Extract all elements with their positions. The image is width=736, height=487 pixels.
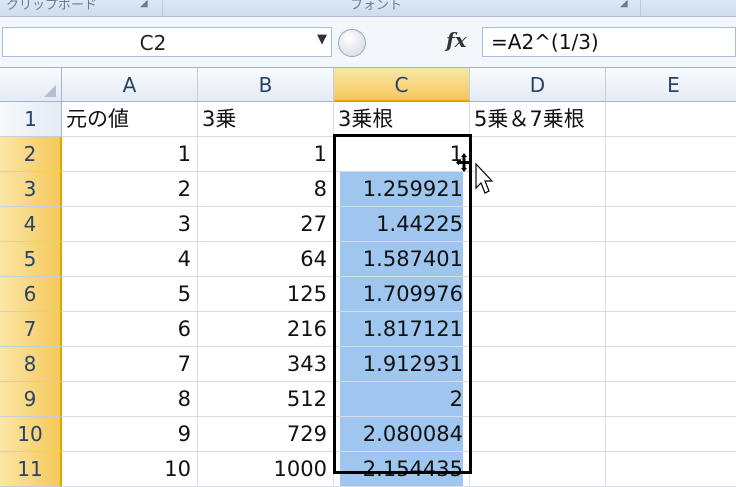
cell-b8[interactable]: 343 [198, 347, 334, 382]
cell-d7[interactable] [470, 312, 606, 347]
cell-c7[interactable]: 1.817121 [334, 312, 470, 347]
ribbon-group-clipboard-label: クリップボード [6, 0, 98, 13]
cell-b4[interactable]: 27 [198, 207, 334, 242]
move-cursor-icon [456, 153, 494, 194]
chevron-down-icon[interactable]: ▼ [317, 32, 327, 47]
row-header-4[interactable]: 4 [0, 207, 62, 242]
cell-e6[interactable] [606, 277, 736, 312]
column-header-b[interactable]: B [198, 68, 334, 102]
cell-b9[interactable]: 512 [198, 382, 334, 417]
name-box-value: C2 [139, 31, 167, 55]
cell-d6[interactable] [470, 277, 606, 312]
cell-b10[interactable]: 729 [198, 417, 334, 452]
cell-b7[interactable]: 216 [198, 312, 334, 347]
cell-c4[interactable]: 1.44225 [334, 207, 470, 242]
row-header-5[interactable]: 5 [0, 242, 62, 277]
clipboard-launcher-icon[interactable]: ◢ [140, 0, 148, 9]
cell-e10[interactable] [606, 417, 736, 452]
cell-b3[interactable]: 8 [198, 172, 334, 207]
select-all-corner[interactable] [0, 68, 62, 102]
cell-d8[interactable] [470, 347, 606, 382]
formula-input[interactable]: =A2^(1/3) [482, 27, 736, 57]
cell-d4[interactable] [470, 207, 606, 242]
cell-d5[interactable] [470, 242, 606, 277]
cell-a7[interactable]: 6 [62, 312, 198, 347]
insert-function-icon[interactable]: fx [446, 28, 467, 52]
cell-a8[interactable]: 7 [62, 347, 198, 382]
cell-a5[interactable]: 4 [62, 242, 198, 277]
row-header-8[interactable]: 8 [0, 347, 62, 382]
cell-d1[interactable]: 5乗＆7乗根 [470, 102, 606, 137]
cell-c8[interactable]: 1.912931 [334, 347, 470, 382]
row-header-7[interactable]: 7 [0, 312, 62, 347]
resize-handle-icon[interactable] [338, 29, 366, 57]
cell-a3[interactable]: 2 [62, 172, 198, 207]
cell-a4[interactable]: 3 [62, 207, 198, 242]
cell-b5[interactable]: 64 [198, 242, 334, 277]
cell-d10[interactable] [470, 417, 606, 452]
cell-c3[interactable]: 1.259921 [334, 172, 470, 207]
cell-e7[interactable] [606, 312, 736, 347]
cell-a6[interactable]: 5 [62, 277, 198, 312]
cell-b2[interactable]: 1 [198, 137, 334, 172]
cell-e5[interactable] [606, 242, 736, 277]
column-header-a[interactable]: A [62, 68, 198, 102]
cell-c1[interactable]: 3乗根 [334, 102, 470, 137]
column-header-c[interactable]: C [334, 68, 470, 102]
cell-e3[interactable] [606, 172, 736, 207]
cell-e2[interactable] [606, 137, 736, 172]
ribbon-separator [640, 0, 641, 16]
ribbon-strip: クリップボード ◢ フォント ◢ [0, 0, 736, 17]
cell-e9[interactable] [606, 382, 736, 417]
cell-b1[interactable]: 3乗 [198, 102, 334, 137]
row-header-10[interactable]: 10 [0, 417, 62, 452]
row-header-2[interactable]: 2 [0, 137, 62, 172]
formula-controls: fx [334, 27, 479, 57]
cell-c6[interactable]: 1.709976 [334, 277, 470, 312]
cell-a1[interactable]: 元の値 [62, 102, 198, 137]
formula-text: =A2^(1/3) [491, 30, 599, 54]
row-header-3[interactable]: 3 [0, 172, 62, 207]
cell-e8[interactable] [606, 347, 736, 382]
cell-a9[interactable]: 8 [62, 382, 198, 417]
cell-e1[interactable] [606, 102, 736, 137]
name-box[interactable]: C2 ▼ [2, 27, 332, 57]
ribbon-separator [162, 0, 163, 16]
row-header-9[interactable]: 9 [0, 382, 62, 417]
cell-d9[interactable] [470, 382, 606, 417]
cell-b6[interactable]: 125 [198, 277, 334, 312]
font-launcher-icon[interactable]: ◢ [620, 0, 628, 9]
row-header-1[interactable]: 1 [0, 102, 62, 137]
cell-e4[interactable] [606, 207, 736, 242]
formula-bar: C2 ▼ fx =A2^(1/3) [0, 17, 736, 68]
cell-a2[interactable]: 1 [62, 137, 198, 172]
cell-c9[interactable]: 2 [334, 382, 470, 417]
ribbon-group-font-label: フォント [350, 0, 403, 13]
row-header-6[interactable]: 6 [0, 277, 62, 312]
cell-c10[interactable]: 2.080084 [334, 417, 470, 452]
column-header-d[interactable]: D [470, 68, 606, 102]
cell-c5[interactable]: 1.587401 [334, 242, 470, 277]
column-header-e[interactable]: E [606, 68, 736, 102]
select-all-icon[interactable] [44, 85, 56, 97]
cell-a10[interactable]: 9 [62, 417, 198, 452]
cell-c2[interactable]: 1 [334, 137, 470, 172]
